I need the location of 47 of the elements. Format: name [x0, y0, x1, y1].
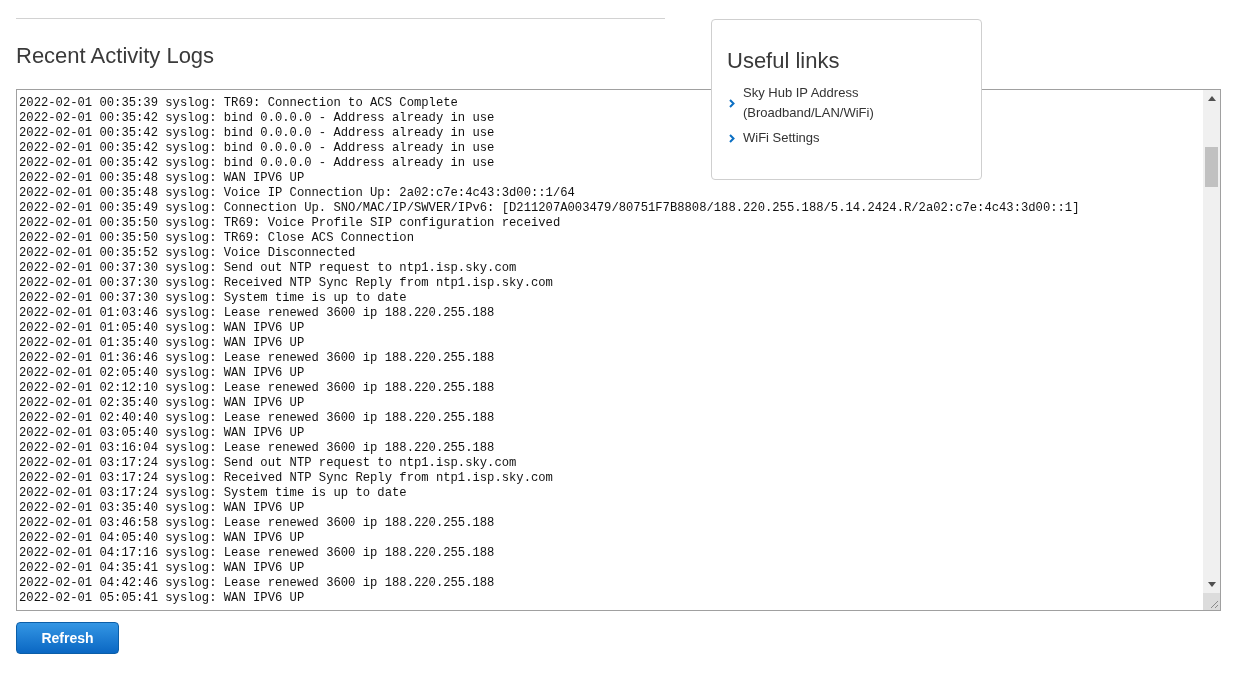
log-line: 2022-02-01 03:05:40 syslog: WAN IPV6 UP — [19, 426, 305, 441]
log-line: 2022-02-01 04:17:16 syslog: Lease renewed 3600 ip 188.220.255.188 — [19, 546, 495, 561]
scroll-up-icon[interactable] — [1207, 96, 1216, 101]
log-line: 2022-02-01 03:17:24 syslog: System time is up to date — [19, 486, 407, 501]
log-line: 2022-02-01 00:35:39 syslog: TR69: Connection to ACS Complete — [19, 96, 458, 111]
chevron-right-icon — [729, 133, 735, 143]
scrollbar[interactable] — [1203, 90, 1220, 610]
log-line: 2022-02-01 00:35:49 syslog: Connection Up. SNO/MAC/IP/SWVER/IPv6: [D211207A003479/80751F7B8808/188.220.255.188/5.14.2424.R/2a02:c7e:4c43:3d00::1] — [19, 201, 1080, 216]
log-line: 2022-02-01 00:35:42 syslog: bind 0.0.0.0 - Address already in use — [19, 126, 495, 141]
log-line: 2022-02-01 00:35:42 syslog: bind 0.0.0.0 - Address already in use — [19, 141, 495, 156]
log-line: 2022-02-01 03:46:58 syslog: Lease renewed 3600 ip 188.220.255.188 — [19, 516, 495, 531]
log-line: 2022-02-01 03:17:24 syslog: Send out NTP request to ntp1.isp.sky.com — [19, 456, 517, 471]
resize-grip-icon[interactable] — [1203, 593, 1220, 610]
log-line: 2022-02-01 04:05:40 syslog: WAN IPV6 UP — [19, 531, 305, 546]
log-line: 2022-02-01 03:16:04 syslog: Lease renewed 3600 ip 188.220.255.188 — [19, 441, 495, 456]
useful-link[interactable]: Sky Hub IP Address (Broadband/LAN/WiFi) — [727, 83, 893, 123]
log-line: 2022-02-01 04:35:41 syslog: WAN IPV6 UP — [19, 561, 305, 576]
log-line: 2022-02-01 00:35:52 syslog: Voice Disconnected — [19, 246, 356, 261]
refresh-button[interactable]: Refresh — [16, 622, 119, 654]
panel-title: Useful links — [727, 47, 840, 75]
log-line: 2022-02-01 01:35:40 syslog: WAN IPV6 UP — [19, 336, 305, 351]
scrollbar-thumb[interactable] — [1205, 147, 1218, 187]
log-line: 2022-02-01 01:05:40 syslog: WAN IPV6 UP — [19, 321, 305, 336]
log-line: 2022-02-01 01:36:46 syslog: Lease renewed 3600 ip 188.220.255.188 — [19, 351, 495, 366]
log-line: 2022-02-01 00:35:50 syslog: TR69: Voice Profile SIP configuration received — [19, 216, 561, 231]
log-line: 2022-02-01 02:35:40 syslog: WAN IPV6 UP — [19, 396, 305, 411]
log-line: 2022-02-01 00:35:42 syslog: bind 0.0.0.0 - Address already in use — [19, 111, 495, 126]
log-textarea[interactable] — [16, 89, 1221, 611]
log-line: 2022-02-01 00:35:50 syslog: TR69: Close ACS Connection — [19, 231, 414, 246]
log-line: 2022-02-01 00:35:42 syslog: bind 0.0.0.0 - Address already in use — [19, 156, 495, 171]
log-line: 2022-02-01 03:17:24 syslog: Received NTP Sync Reply from ntp1.isp.sky.com — [19, 471, 553, 486]
section-title: Recent Activity Logs — [16, 43, 215, 69]
useful-link[interactable]: WiFi Settings — [727, 128, 820, 148]
log-line: 2022-02-01 05:05:41 syslog: WAN IPV6 UP — [19, 591, 305, 606]
log-line: 2022-02-01 00:37:30 syslog: Received NTP Sync Reply from ntp1.isp.sky.com — [19, 276, 553, 291]
log-line: 2022-02-01 00:35:48 syslog: WAN IPV6 UP — [19, 171, 305, 186]
scroll-down-icon[interactable] — [1207, 582, 1216, 587]
log-line: 2022-02-01 00:37:30 syslog: Send out NTP request to ntp1.isp.sky.com — [19, 261, 517, 276]
log-line: 2022-02-01 00:35:48 syslog: Voice IP Connection Up: 2a02:c7e:4c43:3d00::1/64 — [19, 186, 575, 201]
log-line: 2022-02-01 01:03:46 syslog: Lease renewed 3600 ip 188.220.255.188 — [19, 306, 495, 321]
log-line: 2022-02-01 00:37:30 syslog: System time is up to date — [19, 291, 407, 306]
log-line: 2022-02-01 03:35:40 syslog: WAN IPV6 UP — [19, 501, 305, 516]
chevron-right-icon — [729, 98, 735, 108]
log-line: 2022-02-01 02:12:10 syslog: Lease renewed 3600 ip 188.220.255.188 — [19, 381, 495, 396]
log-line: 2022-02-01 02:05:40 syslog: WAN IPV6 UP — [19, 366, 305, 381]
log-line: 2022-02-01 02:40:40 syslog: Lease renewed 3600 ip 188.220.255.188 — [19, 411, 495, 426]
log-line: 2022-02-01 04:42:46 syslog: Lease renewed 3600 ip 188.220.255.188 — [19, 576, 495, 591]
